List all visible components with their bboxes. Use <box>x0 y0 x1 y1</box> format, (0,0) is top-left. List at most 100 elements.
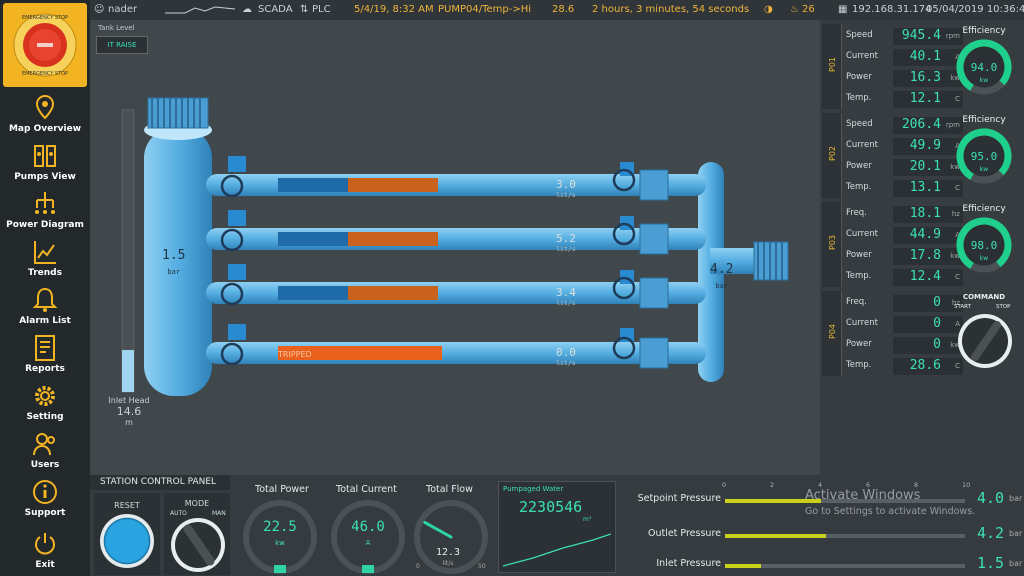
pump-row-label: Current <box>846 318 878 328</box>
nav-pumps-view[interactable]: Pumps View <box>0 142 90 188</box>
flow-unit-4: lit/s <box>556 359 576 367</box>
nav-alarm-list[interactable]: Alarm List <box>0 286 90 332</box>
command-knob[interactable] <box>957 313 1013 369</box>
pump-line-1 <box>206 156 706 201</box>
pump-row-label: Temp. <box>846 93 872 103</box>
pumped-water-unit: m³ <box>583 516 592 523</box>
nav-map-overview[interactable]: Map Overview <box>0 94 90 140</box>
bell-icon <box>32 287 58 312</box>
flow-unit-1: lit/s <box>556 191 576 199</box>
pump-row-value: 0 <box>933 295 941 310</box>
pump-1-row: Temp. 12.1 C <box>846 91 966 108</box>
pump-row-value: 12.4 <box>909 269 941 284</box>
pump-name-1: P01 <box>828 56 838 73</box>
total-current-label: Total Current <box>336 484 397 495</box>
mode-man-label: MAN <box>212 510 226 517</box>
power-off-icon <box>35 533 55 555</box>
pump-block-2: P02 Speed 206.4 rpm Current 49.9 A Power 20.1 kw T… <box>822 113 1020 198</box>
pump-4-row: Current 0 A <box>846 316 966 333</box>
pump-1-row: Current 40.1 A <box>846 49 966 66</box>
nav-users[interactable]: Users <box>0 430 90 476</box>
nav-trends-label: Trends <box>28 268 62 278</box>
nav-reports[interactable]: Reports <box>0 334 90 380</box>
pump-tab-3[interactable]: P03 <box>822 202 842 287</box>
username: nader <box>108 4 138 15</box>
tripped-label: TRIPPED <box>277 350 312 359</box>
efficiency-unit: kw <box>979 77 989 84</box>
efficiency-unit: kw <box>979 166 989 173</box>
inlet-pressure-value: 1.5 <box>162 248 186 263</box>
total-flow-value: 12.3 <box>435 547 461 558</box>
alarm-datetime: 5/4/19, 8:32 AM <box>354 4 434 15</box>
flow-readout-3: 3.4 lit/s <box>556 286 576 307</box>
outlet-pressure-row: Outlet Pressure 4.2 bar <box>635 524 1022 546</box>
efficiency-gauge-3: Efficiency 98.0 kw <box>950 202 1018 287</box>
command-label: COMMAND <box>962 293 1006 301</box>
mode-auto-label: AUTO <box>170 510 187 517</box>
system-label: SCADA <box>258 4 293 15</box>
nav-reports-label: Reports <box>25 364 65 374</box>
command-panel: COMMAND START STOP <box>950 291 1018 376</box>
flow-value-2: 5.2 <box>556 232 576 245</box>
flow-value-4: 0.0 <box>556 346 576 359</box>
pumped-water-trend <box>503 533 611 567</box>
pump-row-value: 16.3 <box>909 70 941 85</box>
mode-label: MODE <box>184 499 210 508</box>
activate-windows-title: Activate Windows <box>805 488 921 503</box>
pump-name-3: P03 <box>828 234 838 251</box>
nav-support[interactable]: Support <box>0 478 90 524</box>
process-diagram: Tank Level IT RAISE TRIPPED 1.5 bar 4.2 … <box>90 20 820 475</box>
pump-row-value: 17.8 <box>909 248 941 263</box>
power-diagram-icon <box>35 192 55 214</box>
alarm-bell-icon[interactable]: ♨ <box>790 4 799 15</box>
pump-row-label: Power <box>846 250 872 260</box>
pump-row-value: 13.1 <box>909 180 941 195</box>
outlet-pressure-bar <box>725 534 965 538</box>
flow-readout-4: 0.0 lit/s <box>556 346 576 367</box>
alarm-count: 26 <box>802 4 815 15</box>
nav-trends[interactable]: Trends <box>0 238 90 284</box>
inlet-strainer <box>147 97 209 129</box>
pump-row-label: Speed <box>846 30 873 40</box>
alarm-duration: 2 hours, 3 minutes, 54 seconds <box>592 4 750 15</box>
total-current-unit: A <box>365 539 371 547</box>
pumped-water-label: Pumpaged Water <box>503 485 564 493</box>
mode-selector-knob[interactable] <box>170 517 226 573</box>
pump-row-label: Freq. <box>846 208 867 218</box>
nav-setting[interactable]: Setting <box>0 382 90 428</box>
pressure-scale-tick: 0 <box>722 481 727 489</box>
pump-row-label: Power <box>846 72 872 82</box>
inlet-pressure-row: Inlet Pressure 1.5 bar <box>635 554 1022 576</box>
pumped-water-value: 2230546 <box>519 498 583 516</box>
pump-4-row: Freq. 0 hz <box>846 295 966 312</box>
pumped-water-panel: Pumpaged Water 2230546 m³ <box>498 481 616 573</box>
estop-label-bottom: EMERGENCY STOP <box>22 71 68 77</box>
outlet-strainer <box>753 241 789 281</box>
pump-row-label: Speed <box>846 119 873 129</box>
nav-alarm-list-label: Alarm List <box>19 316 71 326</box>
setpoint-pressure-value: 4.0 <box>977 489 1005 507</box>
moon-icon: ◑ <box>764 4 773 15</box>
total-flow-min: 0 <box>416 563 420 570</box>
emergency-stop-button[interactable]: EMERGENCY STOP EMERGENCY STOP <box>3 3 87 87</box>
pump-tab-1[interactable]: P01 <box>822 24 842 109</box>
pump-2-row: Temp. 13.1 C <box>846 180 966 197</box>
setpoint-pressure-label: Setpoint Pressure <box>637 493 721 504</box>
sidebar: EMERGENCY STOP EMERGENCY STOP Map Overvi… <box>0 0 90 576</box>
reset-button[interactable] <box>100 514 154 568</box>
nav-power-diagram-label: Power Diagram <box>6 220 84 230</box>
inlet-head-value: 14.6 <box>116 405 142 418</box>
total-flow-unit: lit/s <box>442 560 454 567</box>
reports-icon <box>35 335 55 361</box>
efficiency-value: 98.0 <box>970 239 998 252</box>
pump-3-row: Current 44.9 A <box>846 227 966 244</box>
network-icon: ▦ <box>838 4 848 15</box>
pump-tab-4[interactable]: P04 <box>822 291 842 376</box>
pump-tab-2[interactable]: P02 <box>822 113 842 198</box>
nav-exit[interactable]: Exit <box>0 530 90 576</box>
flow-readout-1: 3.0 lit/s <box>556 178 576 199</box>
nav-power-diagram[interactable]: Power Diagram <box>0 190 90 236</box>
info-icon <box>33 480 57 504</box>
inlet-pressure-label: Inlet Pressure <box>656 558 721 569</box>
pumps-icon <box>34 145 56 167</box>
